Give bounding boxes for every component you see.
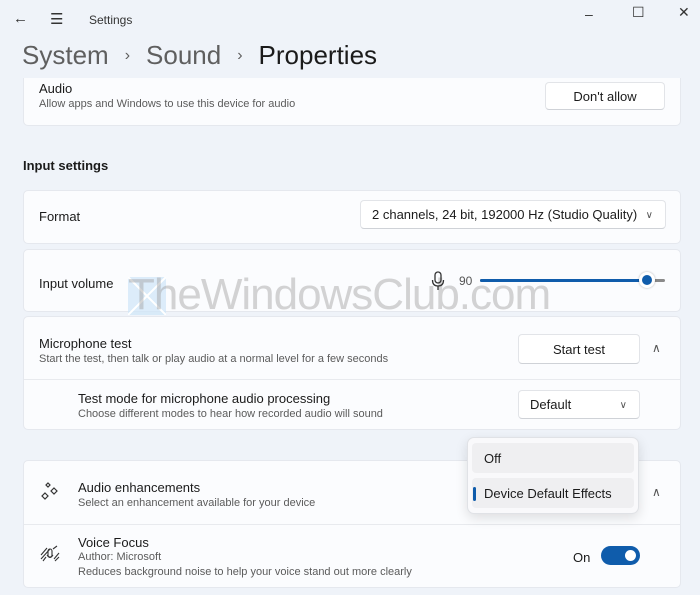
enhancements-subtitle: Select an enhancement available for your… (78, 497, 316, 509)
enhancements-flyout-menu: Off Device Default Effects (467, 437, 639, 514)
test-mode-dropdown[interactable]: Default ∨ (518, 390, 640, 419)
voice-focus-description: Reduces background noise to help your vo… (78, 566, 412, 578)
voice-focus-state: On (573, 550, 591, 565)
format-card: Format 2 channels, 24 bit, 192000 Hz (St… (23, 190, 681, 244)
mic-test-title: Microphone test (39, 336, 132, 351)
start-test-button[interactable]: Start test (518, 334, 640, 364)
close-button[interactable]: ✕ (678, 4, 690, 21)
chevron-down-icon: ∨ (645, 210, 653, 221)
back-arrow-icon[interactable]: ← (13, 10, 28, 27)
divider (24, 524, 680, 525)
audio-permission-card: Audio Allow apps and Windows to use this… (23, 78, 681, 126)
input-settings-heading: Input settings (23, 158, 109, 173)
watermark-logo-icon (128, 277, 166, 315)
slider-thumb[interactable] (638, 272, 655, 288)
breadcrumb-system[interactable]: System (22, 40, 109, 71)
window-title: Settings (89, 13, 133, 27)
test-mode-value: Default (530, 397, 572, 412)
breadcrumb-separator-icon: › (124, 46, 131, 64)
audio-title: Audio (39, 81, 73, 96)
selection-indicator (473, 487, 476, 501)
chevron-up-icon[interactable]: ∧ (652, 485, 661, 499)
divider (24, 379, 680, 380)
chevron-up-icon[interactable]: ∧ (652, 341, 661, 355)
slider-fill (480, 279, 647, 282)
format-label: Format (39, 209, 81, 224)
format-value: 2 channels, 24 bit, 192000 Hz (Studio Qu… (372, 207, 638, 222)
input-volume-slider[interactable] (480, 272, 665, 288)
microphone-test-card: Microphone test Start the test, then tal… (23, 316, 681, 430)
input-volume-label: Input volume (39, 276, 114, 291)
breadcrumb-sound[interactable]: Sound (146, 40, 221, 71)
test-mode-title: Test mode for microphone audio processin… (78, 391, 331, 406)
breadcrumb-separator-icon: › (237, 46, 243, 64)
hamburger-menu-icon[interactable]: ☰ (50, 10, 63, 28)
page-title: Properties (258, 40, 378, 70)
format-dropdown[interactable]: 2 channels, 24 bit, 192000 Hz (Studio Qu… (360, 200, 666, 229)
input-volume-value: 90 (459, 274, 473, 288)
option-label: Device Default Effects (484, 485, 612, 501)
voice-focus-icon (40, 545, 60, 562)
toggle-knob (625, 550, 636, 561)
voice-focus-title: Voice Focus (78, 535, 149, 550)
option-label: Off (484, 450, 502, 466)
chevron-down-icon: ∨ (619, 400, 627, 411)
audio-subtitle: Allow apps and Windows to use this devic… (39, 98, 296, 110)
test-mode-subtitle: Choose different modes to hear how recor… (78, 408, 383, 420)
minimize-button[interactable]: – (585, 6, 593, 22)
voice-focus-author: Author: Microsoft (78, 551, 162, 563)
mic-test-subtitle: Start the test, then talk or play audio … (39, 353, 389, 365)
breadcrumb: System › Sound › Properties (22, 40, 377, 71)
dont-allow-button[interactable]: Don't allow (545, 82, 665, 110)
maximize-button[interactable]: ☐ (632, 4, 645, 21)
sparkle-icon (41, 482, 58, 500)
flyout-option-device-default-effects[interactable]: Device Default Effects (472, 478, 634, 508)
title-bar: ← ☰ Settings – ☐ ✕ (0, 0, 700, 40)
voice-focus-toggle[interactable] (601, 546, 640, 565)
flyout-option-off[interactable]: Off (472, 443, 634, 473)
microphone-icon (431, 271, 445, 290)
enhancements-title: Audio enhancements (78, 480, 201, 495)
